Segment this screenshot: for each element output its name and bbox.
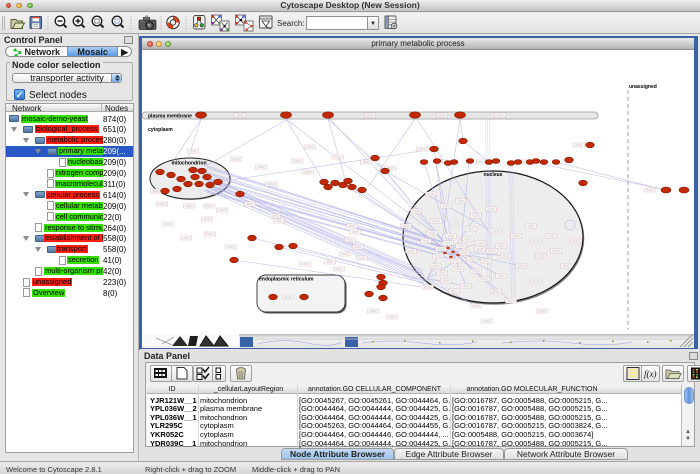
- svg-text:cytoplasm: cytoplasm: [148, 127, 173, 133]
- svg-text:mitochondrion: mitochondrion: [172, 161, 207, 167]
- svg-text:plasma membrane: plasma membrane: [148, 114, 192, 120]
- svg-text:unassigned: unassigned: [629, 84, 657, 90]
- svg-text:nucleus: nucleus: [484, 172, 503, 178]
- svg-text:endoplasmic reticulum: endoplasmic reticulum: [259, 277, 314, 283]
- svg-text:f(x): f(x): [644, 369, 657, 379]
